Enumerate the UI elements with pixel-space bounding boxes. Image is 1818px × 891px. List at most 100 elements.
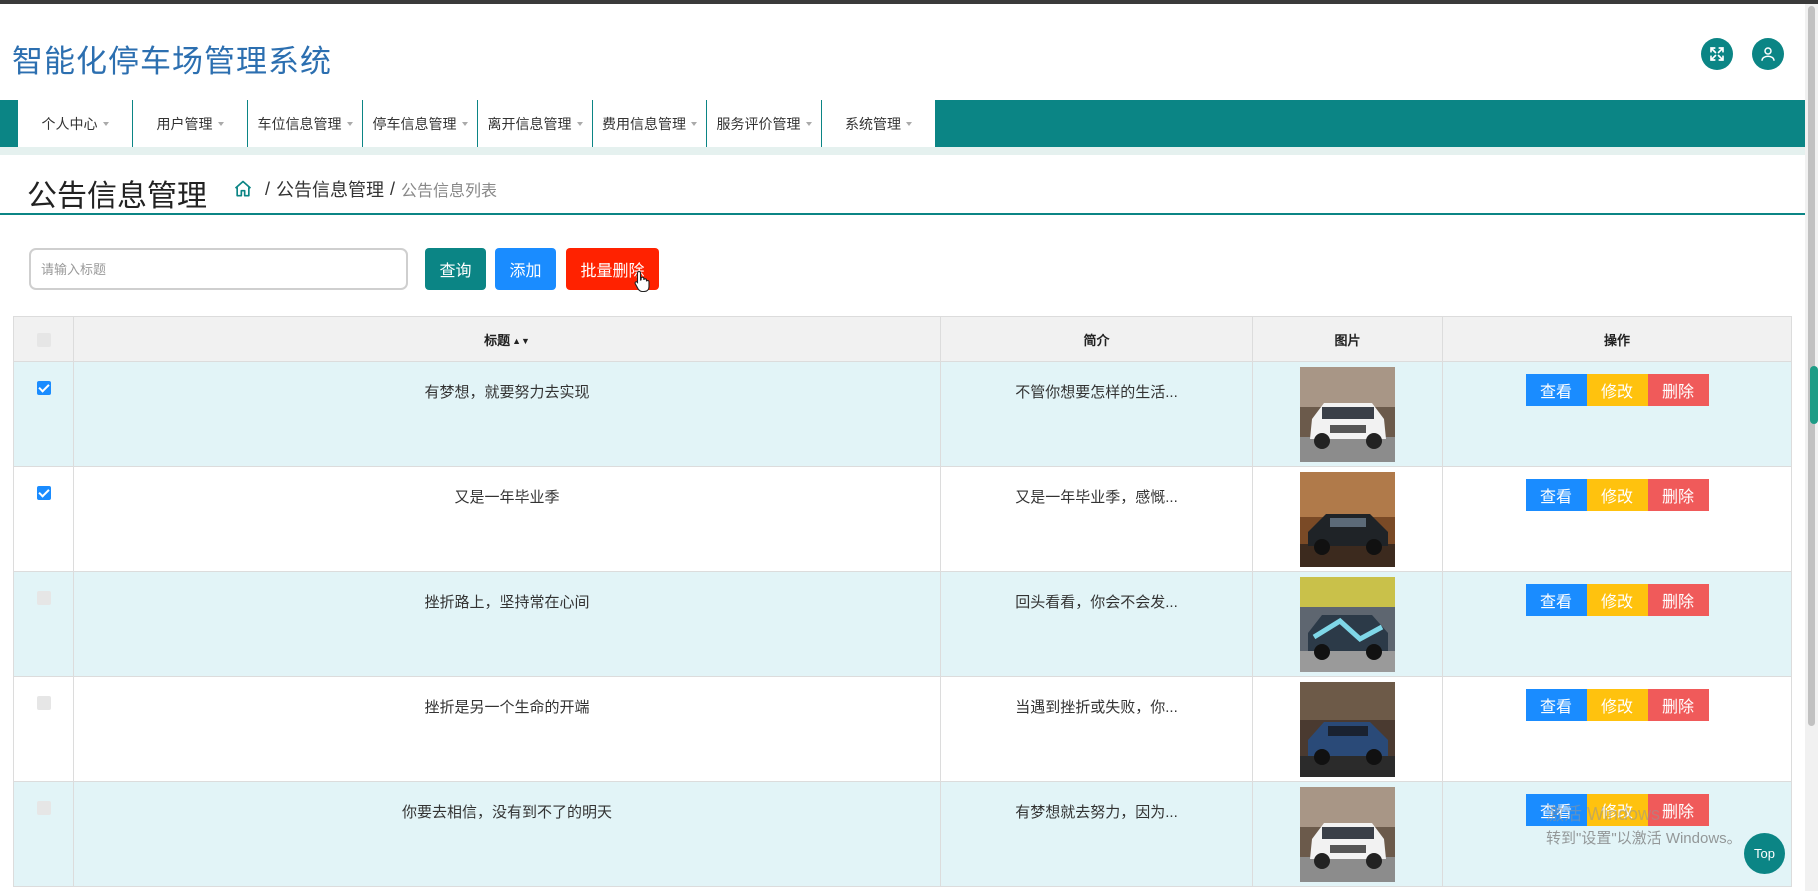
edit-button[interactable]: 修改 bbox=[1586, 689, 1648, 721]
title-search-input[interactable] bbox=[29, 248, 408, 290]
image-cell bbox=[1252, 676, 1443, 782]
row-select-cell bbox=[13, 361, 74, 467]
row-intro: 不管你想要怎样的生活... bbox=[1015, 384, 1178, 401]
fullscreen-button[interactable] bbox=[1701, 38, 1733, 70]
delete-button[interactable]: 删除 bbox=[1647, 374, 1709, 406]
nav-item-personal-center[interactable]: 个人中心 bbox=[18, 100, 133, 147]
sort-icon[interactable]: ▲▼ bbox=[512, 336, 530, 346]
image-cell bbox=[1252, 781, 1443, 887]
car-thumbnail-wrapped-car[interactable] bbox=[1300, 577, 1395, 672]
query-button[interactable]: 查询 bbox=[425, 248, 486, 290]
nav-item-service-review[interactable]: 服务评价管理 bbox=[707, 100, 822, 147]
breadcrumb-section[interactable]: 公告信息管理 bbox=[276, 176, 384, 202]
actions-cell: 查看 修改 删除 bbox=[1442, 466, 1792, 572]
row-intro: 又是一年毕业季，感慨... bbox=[1015, 489, 1178, 506]
table-row: 挫折路上，坚持常在心间 回头看看，你会不会发... 查看 修改 删除 bbox=[13, 571, 1792, 677]
view-button[interactable]: 查看 bbox=[1525, 479, 1587, 511]
caret-down-icon bbox=[691, 121, 697, 126]
app-title: 智能化停车场管理系统 bbox=[12, 44, 332, 79]
title-cell: 你要去相信，没有到不了的明天 bbox=[73, 781, 941, 887]
row-checkbox[interactable] bbox=[36, 696, 51, 710]
car-thumbnail-white-suv[interactable] bbox=[1300, 367, 1395, 462]
home-icon[interactable] bbox=[233, 179, 253, 199]
nav-label: 个人中心 bbox=[41, 115, 98, 132]
row-checkbox[interactable] bbox=[36, 486, 51, 500]
edit-button[interactable]: 修改 bbox=[1586, 584, 1648, 616]
car-thumbnail-dark-sports-car[interactable] bbox=[1300, 472, 1395, 567]
delete-button[interactable]: 删除 bbox=[1647, 584, 1709, 616]
view-button[interactable]: 查看 bbox=[1525, 689, 1587, 721]
delete-button[interactable]: 删除 bbox=[1647, 479, 1709, 511]
view-button[interactable]: 查看 bbox=[1525, 374, 1587, 406]
actions-cell: 查看 修改 删除 bbox=[1442, 676, 1792, 782]
main-nav: 个人中心 用户管理 车位信息管理 停车信息管理 离开信息管理 费用信息管理 服务… bbox=[0, 100, 1805, 147]
nav-item-parking-info[interactable]: 停车信息管理 bbox=[363, 100, 478, 147]
intro-cell: 有梦想就去努力，因为... bbox=[940, 781, 1253, 887]
row-intro: 回头看看，你会不会发... bbox=[1015, 594, 1178, 611]
page-header: 公告信息管理 / 公告信息管理 / 公告信息列表 bbox=[0, 155, 1805, 215]
nav-divider bbox=[0, 147, 1805, 155]
table-row: 挫折是另一个生命的开端 当遇到挫折或失败，你... 查看 修改 删除 bbox=[13, 676, 1792, 782]
nav-label: 停车信息管理 bbox=[372, 115, 457, 132]
delete-button[interactable]: 删除 bbox=[1647, 689, 1709, 721]
image-cell bbox=[1252, 571, 1443, 677]
nav-item-fee-info[interactable]: 费用信息管理 bbox=[593, 100, 707, 147]
title-cell: 又是一年毕业季 bbox=[73, 466, 941, 572]
side-tab-handle[interactable] bbox=[1810, 366, 1818, 424]
add-button[interactable]: 添加 bbox=[495, 248, 556, 290]
row-title: 挫折路上，坚持常在心间 bbox=[424, 594, 590, 611]
expand-icon bbox=[1710, 47, 1724, 61]
intro-cell: 又是一年毕业季，感慨... bbox=[940, 466, 1253, 572]
caret-down-icon bbox=[906, 121, 912, 126]
column-header-image: 图片 bbox=[1252, 316, 1443, 362]
actions-cell: 查看 修改 删除 bbox=[1442, 571, 1792, 677]
title-cell: 挫折是另一个生命的开端 bbox=[73, 676, 941, 782]
select-all-checkbox[interactable] bbox=[36, 332, 51, 347]
select-all-cell bbox=[13, 316, 74, 362]
nav-item-space-info[interactable]: 车位信息管理 bbox=[248, 100, 363, 147]
car-thumbnail-white-suv[interactable] bbox=[1300, 787, 1395, 882]
row-select-cell bbox=[13, 571, 74, 677]
column-header-intro: 简介 bbox=[940, 316, 1253, 362]
nav-label: 车位信息管理 bbox=[257, 115, 342, 132]
caret-down-icon bbox=[461, 121, 468, 126]
column-header-actions: 操作 bbox=[1442, 316, 1792, 362]
vertical-scrollbar[interactable] bbox=[1805, 4, 1818, 891]
title-cell: 有梦想，就要努力去实现 bbox=[73, 361, 941, 467]
row-title: 你要去相信，没有到不了的明天 bbox=[401, 804, 612, 821]
table-header-row: 标题 ▲▼ 简介 图片 操作 bbox=[13, 316, 1792, 362]
view-button[interactable]: 查看 bbox=[1525, 584, 1587, 616]
user-icon bbox=[1761, 47, 1775, 61]
breadcrumb-separator: / bbox=[390, 178, 396, 199]
nav-item-user-management[interactable]: 用户管理 bbox=[133, 100, 248, 147]
row-checkbox[interactable] bbox=[36, 801, 51, 815]
breadcrumb: / 公告信息管理 / 公告信息列表 bbox=[233, 176, 497, 202]
column-header-title[interactable]: 标题 ▲▼ bbox=[73, 316, 941, 362]
windows-activation-watermark-title: 激活 Windows bbox=[1546, 804, 1661, 824]
nav-item-system-management[interactable]: 系统管理 bbox=[822, 100, 936, 147]
row-select-cell bbox=[13, 466, 74, 572]
caret-down-icon bbox=[576, 121, 583, 126]
row-checkbox[interactable] bbox=[36, 381, 51, 395]
intro-cell: 回头看看，你会不会发... bbox=[940, 571, 1253, 677]
row-title: 又是一年毕业季 bbox=[454, 489, 560, 506]
car-thumbnail-blue-sedan[interactable] bbox=[1300, 682, 1395, 777]
row-select-cell bbox=[13, 676, 74, 782]
edit-button[interactable]: 修改 bbox=[1586, 374, 1648, 406]
row-checkbox[interactable] bbox=[36, 591, 51, 605]
caret-down-icon bbox=[346, 121, 353, 126]
caret-down-icon bbox=[217, 121, 224, 126]
page-title: 公告信息管理 bbox=[27, 180, 207, 213]
nav-item-leave-info[interactable]: 离开信息管理 bbox=[478, 100, 593, 147]
breadcrumb-current: 公告信息列表 bbox=[401, 183, 498, 200]
row-title: 挫折是另一个生命的开端 bbox=[424, 699, 590, 716]
hand-cursor-icon bbox=[634, 270, 650, 292]
actions-cell: 查看 修改 删除 bbox=[1442, 361, 1792, 467]
edit-button[interactable]: 修改 bbox=[1586, 479, 1648, 511]
notice-table: 标题▲▼ 简介 图片 操作 有梦想，就要努力去实现 不管你想要怎样的生活... bbox=[13, 316, 1792, 887]
back-to-top-button[interactable]: Top bbox=[1744, 833, 1785, 874]
row-title: 有梦想，就要努力去实现 bbox=[424, 384, 590, 401]
user-menu-button[interactable] bbox=[1752, 38, 1784, 70]
column-header-title-label: 标题 bbox=[484, 332, 511, 348]
table-row: 有梦想，就要努力去实现 不管你想要怎样的生活... 查看 修改 删除 bbox=[13, 361, 1792, 467]
